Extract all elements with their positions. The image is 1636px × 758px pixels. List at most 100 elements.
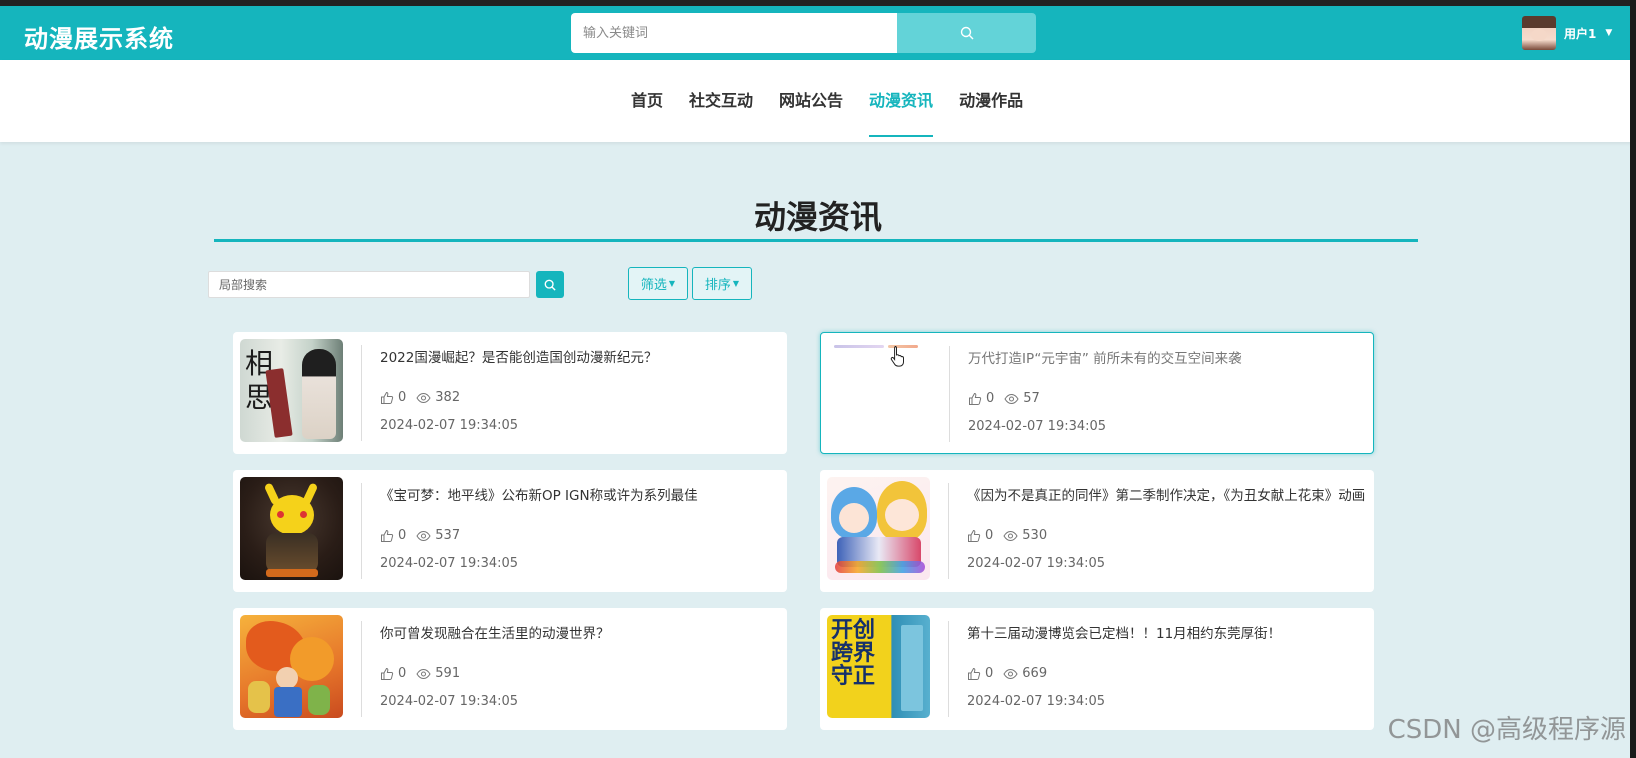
chevron-down-icon[interactable]: ▼	[1605, 28, 1612, 38]
view-stat: 57	[1004, 391, 1040, 406]
like-stat[interactable]: 0	[380, 390, 406, 405]
eye-icon	[1003, 668, 1018, 679]
news-thumbnail[interactable]: 开创跨界守正	[827, 615, 930, 718]
news-card[interactable]: 相思 2022国漫崛起？是否能创造国创动漫新纪元？ 0 382 2024-02-…	[233, 332, 787, 454]
caret-down-icon: ▼	[732, 279, 740, 288]
view-stat: 669	[1003, 666, 1047, 681]
user-menu[interactable]: 用户1 ▼	[1522, 10, 1612, 56]
card-divider	[361, 621, 362, 717]
thumbs-up-icon	[381, 391, 394, 404]
top-header: 动漫展示系统 用户1 ▼	[0, 6, 1636, 60]
card-stats: 0 57	[968, 391, 1050, 406]
sort-dropdown-button[interactable]: 排序 ▼	[692, 267, 752, 300]
news-card[interactable]: 开创跨界守正 第十三届动漫博览会已定档！！11月相约东莞厚街！ 0 669 20…	[820, 608, 1374, 730]
username[interactable]: 用户1	[1564, 25, 1596, 42]
like-count: 0	[398, 528, 407, 543]
news-thumbnail[interactable]	[240, 477, 343, 580]
search-button[interactable]	[897, 13, 1036, 53]
publish-date: 2024-02-07 19:34:05	[967, 556, 1106, 571]
eye-icon	[1003, 530, 1018, 541]
news-title[interactable]: 万代打造IP“元宇宙” 前所未有的交互空间来袭	[968, 347, 1368, 367]
card-stats: 0 537	[380, 528, 470, 543]
view-stat: 530	[1003, 528, 1047, 543]
news-thumbnail[interactable]: 相思	[240, 339, 343, 442]
card-divider	[949, 346, 950, 442]
like-stat[interactable]: 0	[967, 528, 993, 543]
view-count: 530	[1022, 528, 1048, 543]
local-search-input[interactable]	[208, 271, 530, 298]
card-stats: 0 669	[967, 666, 1057, 681]
news-title[interactable]: 第十三届动漫博览会已定档！！11月相约东莞厚街！	[967, 622, 1367, 642]
hand-cursor-icon	[890, 346, 904, 367]
news-thumbnail[interactable]	[827, 477, 930, 580]
like-count: 0	[985, 666, 994, 681]
search-icon	[960, 26, 973, 40]
like-stat[interactable]: 0	[380, 528, 406, 543]
eye-icon	[416, 668, 431, 679]
eye-icon	[416, 530, 431, 541]
search-icon	[544, 279, 556, 291]
card-divider	[361, 483, 362, 579]
news-thumbnail[interactable]	[240, 615, 343, 718]
publish-date: 2024-02-07 19:34:05	[968, 419, 1107, 434]
card-divider	[948, 621, 949, 717]
view-count: 382	[435, 390, 461, 405]
news-title[interactable]: 《因为不是真正的同伴》第二季制作决定，《为丑女献上花束》动画	[967, 484, 1367, 504]
page-title: 动漫资讯	[753, 198, 882, 236]
thumbs-up-icon	[969, 392, 982, 405]
news-thumbnail[interactable]	[828, 340, 931, 443]
nav-item-announcements[interactable]: 网站公告	[779, 60, 843, 142]
like-stat[interactable]: 0	[967, 666, 993, 681]
publish-date: 2024-02-07 19:34:05	[380, 694, 519, 709]
view-count: 537	[435, 528, 461, 543]
view-count: 669	[1022, 666, 1048, 681]
nav-item-social[interactable]: 社交互动	[689, 60, 753, 142]
news-title[interactable]: 2022国漫崛起？是否能创造国创动漫新纪元？	[380, 346, 780, 366]
thumbs-up-icon	[381, 667, 394, 680]
thumbnail-poster-text: 开创跨界守正	[831, 618, 876, 689]
thumbs-up-icon	[968, 529, 981, 542]
thumbs-up-icon	[968, 667, 981, 680]
thumbs-up-icon	[381, 529, 394, 542]
news-title[interactable]: 《宝可梦：地平线》公布新OP IGN称或许为系列最佳	[380, 484, 780, 504]
title-divider	[214, 239, 1418, 242]
view-stat: 591	[416, 666, 460, 681]
like-stat[interactable]: 0	[380, 666, 406, 681]
filter-dropdown-button[interactable]: 筛选 ▼	[628, 267, 688, 300]
publish-date: 2024-02-07 19:34:05	[380, 418, 519, 433]
card-divider	[361, 345, 362, 441]
card-stats: 0 382	[380, 390, 470, 405]
like-stat[interactable]: 0	[968, 391, 994, 406]
like-count: 0	[986, 391, 995, 406]
like-count: 0	[398, 666, 407, 681]
view-stat: 537	[416, 528, 460, 543]
card-stats: 0 530	[967, 528, 1057, 543]
nav-item-anime-news[interactable]: 动漫资讯	[869, 60, 934, 142]
news-card[interactable]: 《因为不是真正的同伴》第二季制作决定，《为丑女献上花束》动画 0 530 202…	[820, 470, 1374, 592]
card-divider	[948, 483, 949, 579]
news-card[interactable]: 你可曾发现融合在生活里的动漫世界？ 0 591 2024-02-07 19:34…	[233, 608, 787, 730]
window-scrollbar[interactable]	[1630, 0, 1636, 758]
view-count: 57	[1023, 391, 1040, 406]
news-title[interactable]: 你可曾发现融合在生活里的动漫世界？	[380, 622, 780, 642]
nav-item-anime-works[interactable]: 动漫作品	[959, 60, 1023, 142]
view-stat: 382	[416, 390, 460, 405]
like-count: 0	[398, 390, 407, 405]
eye-icon	[416, 392, 431, 403]
search-input[interactable]	[571, 13, 897, 53]
site-logo[interactable]: 动漫展示系统	[24, 19, 174, 54]
sort-label: 排序	[704, 278, 731, 293]
local-search-button[interactable]	[536, 271, 564, 298]
csdn-watermark: CSDN @高级程序源	[1387, 715, 1626, 745]
publish-date: 2024-02-07 19:34:05	[380, 556, 519, 571]
view-count: 591	[435, 666, 461, 681]
avatar[interactable]	[1522, 16, 1556, 50]
main-nav: 首页 社交互动 网站公告 动漫资讯 动漫作品	[0, 60, 1636, 142]
nav-item-home[interactable]: 首页	[631, 60, 663, 142]
filter-label: 筛选	[640, 278, 667, 293]
like-count: 0	[985, 528, 994, 543]
eye-icon	[1004, 393, 1019, 404]
news-card[interactable]: 《宝可梦：地平线》公布新OP IGN称或许为系列最佳 0 537 2024-02…	[233, 470, 787, 592]
caret-down-icon: ▼	[668, 279, 676, 288]
card-stats: 0 591	[380, 666, 470, 681]
